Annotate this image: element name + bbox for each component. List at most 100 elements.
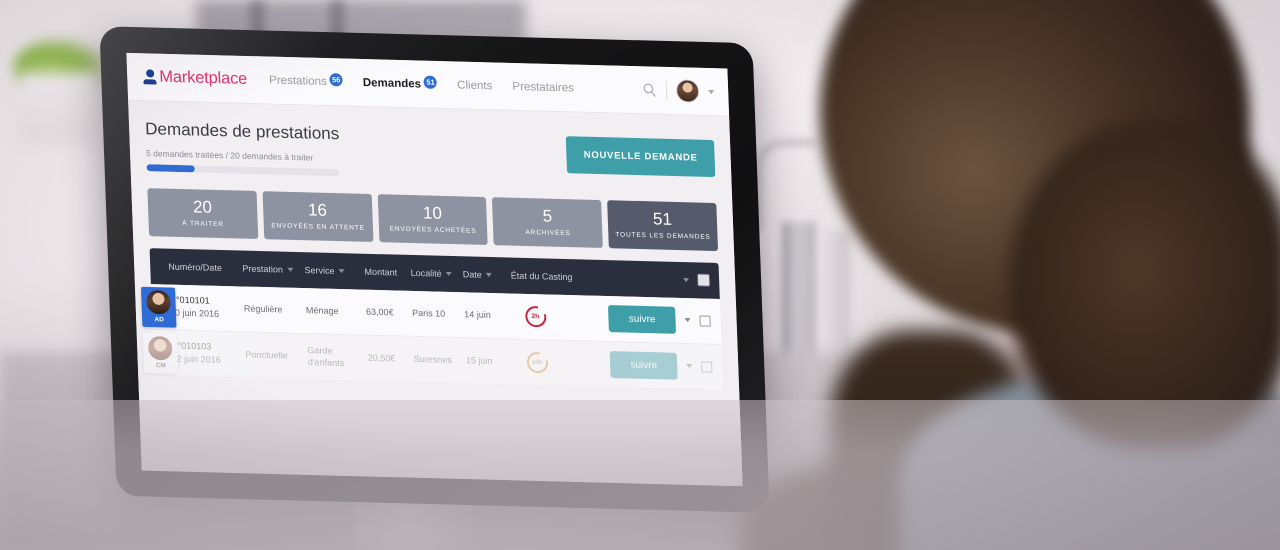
request-date-created: 10 juin 2016 xyxy=(169,307,220,320)
column-label: Numéro/Date xyxy=(168,261,223,273)
search-icon[interactable] xyxy=(642,82,658,97)
stat-label: ENVOYÉES EN ATTENTE xyxy=(271,222,365,232)
chevron-down-icon[interactable] xyxy=(686,364,693,369)
cell-localite: Paris 10 xyxy=(411,308,446,320)
stat-value: 5 xyxy=(542,206,553,226)
column-header-montant[interactable]: Montant xyxy=(364,267,410,278)
nav-right-controls xyxy=(642,78,715,103)
stat-card-toutes-les-demandes[interactable]: 51 TOUTES LES DEMANDES xyxy=(607,200,719,251)
stat-card-envoyees-achetees[interactable]: 10 ENVOYÉES ACHETÉES xyxy=(377,194,489,245)
computer-monitor: Marketplace Prestations 56 Demandes 51 C… xyxy=(99,26,770,550)
potted-plant-pot xyxy=(18,72,100,144)
cell-etat-du-casting: 10h xyxy=(514,351,561,373)
column-label: Montant xyxy=(364,266,398,278)
column-header-service[interactable]: Service xyxy=(304,265,364,277)
monitor-screen: Marketplace Prestations 56 Demandes 51 C… xyxy=(126,52,743,487)
stat-label: TOUTES LES DEMANDES xyxy=(615,231,711,241)
person-badge-icon xyxy=(143,69,157,85)
row-avatar[interactable]: AD xyxy=(140,286,177,328)
cell-date: 14 juin xyxy=(464,309,491,321)
page-header-left: Demandes de prestations 5 demandes trait… xyxy=(144,119,341,177)
requests-table: Numéro/Date Prestation Service Montant L… xyxy=(140,247,724,391)
nav-item-demandes[interactable]: Demandes 51 xyxy=(362,75,438,90)
request-date-created: 12 juin 2016 xyxy=(171,353,221,366)
nav-item-clients[interactable]: Clients xyxy=(457,79,493,92)
nav-item-label: Clients xyxy=(456,78,493,92)
chevron-down-icon xyxy=(485,272,492,277)
page-title: Demandes de prestations xyxy=(144,119,340,144)
avatar-initials: AD xyxy=(154,315,165,324)
page-subtitle: 5 demandes traitées / 20 demandes à trai… xyxy=(145,148,314,163)
column-header-numero-date[interactable]: Numéro/Date xyxy=(168,261,242,273)
row-checkbox[interactable] xyxy=(701,361,713,373)
stat-value: 10 xyxy=(422,203,443,223)
chevron-down-icon[interactable] xyxy=(683,277,690,283)
nav-item-label: Prestations xyxy=(268,74,327,88)
cell-date: 15 juin xyxy=(465,355,493,367)
nav-links: Prestations 56 Demandes 51 Clients Prest… xyxy=(268,72,642,96)
brand-logo[interactable]: Marketplace xyxy=(143,67,248,89)
row-avatar[interactable]: CM xyxy=(142,332,179,374)
select-all-checkbox[interactable] xyxy=(697,274,710,287)
ring-gap xyxy=(539,351,549,361)
cell-prestation: Régulière xyxy=(243,303,283,315)
chevron-down-icon xyxy=(338,268,345,274)
casting-timer-ring: 10h xyxy=(526,351,549,374)
cell-etat-du-casting: 2h xyxy=(512,305,559,327)
stat-value: 51 xyxy=(652,209,673,229)
progress-bar xyxy=(146,164,340,177)
user-avatar[interactable] xyxy=(675,79,700,103)
stat-card-archivees[interactable]: 5 ARCHIVÉES xyxy=(492,197,604,248)
ring-gap xyxy=(537,305,547,315)
desk-lamp xyxy=(756,140,816,230)
person-hair xyxy=(1010,120,1280,450)
column-header-etat-du-casting[interactable]: État du Casting xyxy=(511,270,602,282)
column-label: État du Casting xyxy=(510,270,573,282)
nav-badge-prestations: 56 xyxy=(329,72,343,86)
row-actions: suivre xyxy=(558,304,711,335)
casting-timer-ring: 2h xyxy=(524,305,547,328)
row-checkbox[interactable] xyxy=(699,315,711,327)
stat-card-a-traiter[interactable]: 20 À TRAITER xyxy=(147,188,259,239)
avatar-photo xyxy=(147,335,173,361)
table-header-actions xyxy=(601,272,710,287)
cell-service: Ménage xyxy=(305,305,339,317)
chevron-down-icon[interactable] xyxy=(708,89,715,94)
stat-cards: 20 À TRAITER 16 ENVOYÉES EN ATTENTE 10 E… xyxy=(147,188,719,251)
nav-divider xyxy=(665,80,668,100)
page-header: Demandes de prestations 5 demandes trait… xyxy=(145,119,716,186)
nav-item-label: Demandes xyxy=(362,76,422,90)
column-header-date[interactable]: Date xyxy=(463,269,511,280)
follow-button[interactable]: suivre xyxy=(609,350,678,380)
stat-label: ARCHIVÉES xyxy=(525,228,571,238)
avatar-photo xyxy=(146,289,171,315)
cell-montant: 63,00€ xyxy=(365,307,394,318)
nav-badge-demandes: 51 xyxy=(423,75,438,89)
new-request-button[interactable]: NOUVELLE DEMANDE xyxy=(566,136,716,178)
cell-numero-date: N°010103 12 juin 2016 xyxy=(171,340,246,368)
stat-value: 20 xyxy=(192,197,213,217)
brand-logo-text: Marketplace xyxy=(158,67,248,88)
nav-item-label: Prestataires xyxy=(512,80,575,94)
office-scene-photo: Marketplace Prestations 56 Demandes 51 C… xyxy=(0,0,1280,550)
chevron-down-icon[interactable] xyxy=(684,318,691,323)
chevron-down-icon xyxy=(445,271,452,276)
column-label: Localité xyxy=(410,267,442,279)
nav-item-prestations[interactable]: Prestations 56 xyxy=(268,72,343,88)
page-content: Demandes de prestations 5 demandes trait… xyxy=(128,100,743,487)
column-label: Prestation xyxy=(242,263,284,275)
avatar-initials: CM xyxy=(155,361,167,370)
follow-button[interactable]: suivre xyxy=(608,304,677,334)
stat-card-envoyees-en-attente[interactable]: 16 ENVOYÉES EN ATTENTE xyxy=(262,191,374,242)
cell-numero-date: N°010101 10 juin 2016 xyxy=(169,294,244,322)
column-header-prestation[interactable]: Prestation xyxy=(242,263,304,275)
stat-label: À TRAITER xyxy=(182,219,225,228)
chevron-down-icon xyxy=(286,267,294,272)
progress-bar-fill xyxy=(146,164,195,173)
column-header-localite[interactable]: Localité xyxy=(410,268,462,279)
cell-localite: Suresnes xyxy=(413,354,453,366)
nav-item-prestataires[interactable]: Prestataires xyxy=(512,80,574,94)
cell-service: Garde d'enfants xyxy=(307,345,345,369)
cell-montant: 20,50€ xyxy=(367,353,396,364)
stat-label: ENVOYÉES ACHETÉES xyxy=(389,225,477,235)
